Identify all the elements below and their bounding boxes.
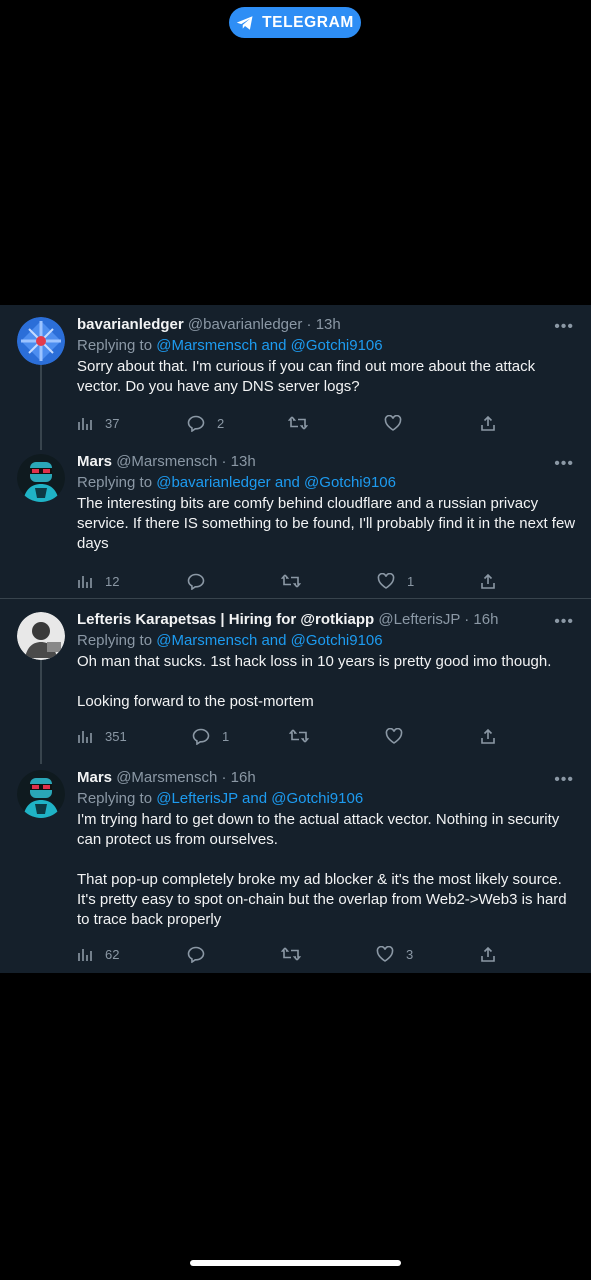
author-name[interactable]: Mars [77,453,112,470]
heart-icon [377,573,395,589]
like-count: 3 [406,946,414,962]
reply-icon [192,728,210,745]
like-button[interactable] [385,726,415,746]
author-handle[interactable]: @Marsmensch [116,769,217,786]
tweet-paragraph: Sorry about that. I'm curious if you can… [77,358,536,395]
like-count: 1 [407,573,415,589]
views-button[interactable]: 37 [77,413,119,433]
tweet-text: Oh man that sucks. 1st hack loss in 10 y… [77,652,577,712]
tweet-paragraph: Oh man that sucks. 1st hack loss in 10 y… [77,653,552,670]
share-button[interactable] [480,413,496,433]
tweet-paragraph: I'm trying hard to get down to the actua… [77,811,560,848]
views-count: 351 [105,728,127,744]
telegram-icon [236,15,253,30]
views-button[interactable]: 62 [77,944,119,964]
timestamp[interactable]: · 16h [221,769,255,786]
heart-icon [384,415,402,431]
heart-icon [385,728,403,744]
reply-count: 1 [222,728,230,744]
telegram-button[interactable]: TELEGRAM [229,7,361,38]
tweet-text: The interesting bits are comfy behind cl… [77,494,577,554]
reply-icon [187,415,205,432]
reply-button[interactable]: 1 [192,726,229,746]
tweet-text: I'm trying hard to get down to the actua… [77,810,577,930]
author-name[interactable]: Lefteris Karapetsas | Hiring for @rotkia… [77,611,374,628]
retweet-button[interactable] [289,726,321,746]
reply-count: 2 [217,415,225,431]
replying-mentions[interactable]: @Marsmensch and @Gotchi9106 [156,632,382,649]
views-count: 62 [105,946,120,962]
retweet-button[interactable] [288,413,320,433]
thread-line [40,660,42,764]
thread-line [40,364,42,450]
like-button[interactable] [384,413,414,433]
author-handle[interactable]: @LefterisJP [378,611,460,628]
share-icon [481,415,495,431]
replying-mentions[interactable]: @bavarianledger and @Gotchi9106 [156,474,396,491]
share-button[interactable] [480,944,496,964]
tweet-paragraph: Looking forward to the post-mortem [77,693,314,710]
like-button[interactable]: 1 [377,571,414,591]
more-options-icon[interactable]: ••• [554,772,574,788]
reply-icon [187,946,205,963]
views-icon [78,731,92,743]
tweet-paragraph: The interesting bits are comfy behind cl… [77,495,576,552]
share-button[interactable] [480,571,496,591]
views-button[interactable]: 351 [77,726,127,746]
views-icon [78,949,92,961]
timestamp[interactable]: · 13h [221,453,255,470]
avatar[interactable] [17,612,65,660]
views-button[interactable]: 12 [77,571,119,591]
more-options-icon[interactable]: ••• [554,614,574,630]
share-icon [481,946,495,962]
replying-prefix: Replying to [77,474,153,491]
heart-icon [376,946,394,962]
home-indicator[interactable] [190,1260,401,1266]
replying-mentions[interactable]: @LefterisJP and @Gotchi9106 [156,790,363,807]
views-icon [78,418,92,430]
replying-prefix: Replying to [77,632,153,649]
like-button[interactable]: 3 [376,944,413,964]
author-handle[interactable]: @bavarianledger [188,316,302,333]
views-count: 37 [105,415,120,431]
retweet-button[interactable] [281,571,313,591]
reply-icon [187,573,205,590]
share-button[interactable] [480,726,496,746]
avatar[interactable] [17,770,65,818]
retweet-icon [289,729,309,743]
avatar[interactable] [17,317,65,365]
views-icon [78,576,92,588]
replying-mentions[interactable]: @Marsmensch and @Gotchi9106 [156,337,382,354]
retweet-icon [281,574,301,588]
more-options-icon[interactable]: ••• [554,319,574,335]
tweet-text: Sorry about that. I'm curious if you can… [77,357,577,397]
reply-button[interactable] [187,571,217,591]
share-icon [481,728,495,744]
reply-button[interactable] [187,944,217,964]
replying-prefix: Replying to [77,337,153,354]
timestamp[interactable]: · 13h [307,316,341,333]
tweet-paragraph: That pop-up completely broke my ad block… [77,871,567,928]
author-name[interactable]: bavarianledger [77,316,184,333]
reply-button[interactable]: 2 [187,413,224,433]
retweet-icon [288,416,308,430]
share-icon [481,573,495,589]
views-count: 12 [105,573,120,589]
timestamp[interactable]: · 16h [464,611,498,628]
tweet-divider [0,598,591,599]
more-options-icon[interactable]: ••• [554,456,574,472]
retweet-icon [281,947,301,961]
replying-prefix: Replying to [77,790,153,807]
tweet-thread-panel: bavarianledger @bavarianledger · 13h •••… [0,305,591,973]
author-handle[interactable]: @Marsmensch [116,453,217,470]
avatar[interactable] [17,454,65,502]
telegram-label: TELEGRAM [262,13,354,31]
retweet-button[interactable] [281,944,313,964]
author-name[interactable]: Mars [77,769,112,786]
